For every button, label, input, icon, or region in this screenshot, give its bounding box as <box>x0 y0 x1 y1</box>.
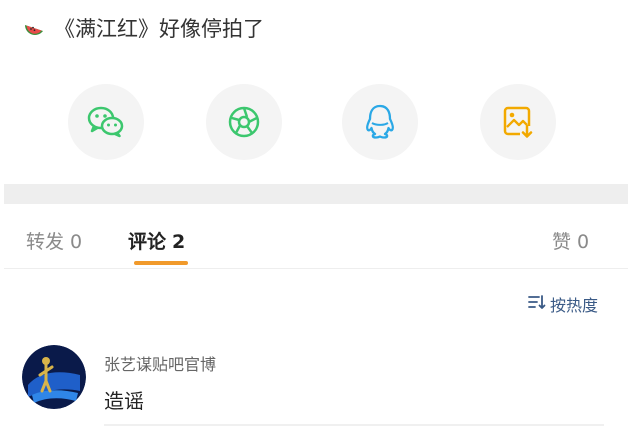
tabs-divider <box>4 268 628 269</box>
tab-repost[interactable]: 转发 0 <box>26 227 82 254</box>
tab-likes[interactable]: 赞0 <box>552 227 589 254</box>
share-wechat-button[interactable] <box>68 84 144 160</box>
comment-item: 张艺谋贴吧官博 造谣 <box>22 345 622 415</box>
watermelon-icon <box>22 16 46 40</box>
wechat-icon <box>86 104 126 140</box>
section-divider <box>4 184 628 204</box>
comment-separator <box>104 424 604 426</box>
comment-author[interactable]: 张艺谋贴吧官博 <box>104 351 216 375</box>
tab-repost-label: 转发 <box>26 231 65 253</box>
share-moments-button[interactable] <box>206 84 282 160</box>
post-title: 《满江红》好像停拍了 <box>54 17 264 41</box>
tab-repost-count: 0 <box>70 231 83 253</box>
wechat-moments-icon <box>226 104 262 140</box>
save-image-button[interactable] <box>480 84 556 160</box>
tab-comments[interactable]: 评论 2 <box>128 227 185 254</box>
comment-text: 造谣 <box>104 389 144 413</box>
sort-by-hot-button[interactable]: 按热度 <box>528 293 598 315</box>
avatar-icon <box>22 345 86 409</box>
post-title-row: 《满江红》好像停拍了 <box>22 12 264 44</box>
tab-comments-count: 2 <box>172 231 186 253</box>
share-row <box>0 84 640 160</box>
interaction-tabs: 转发 0 评论 2 赞0 <box>0 208 640 270</box>
save-image-icon <box>500 104 536 140</box>
share-qq-button[interactable] <box>342 84 418 160</box>
sort-label: 按热度 <box>549 296 598 315</box>
sort-icon <box>528 294 546 314</box>
tab-comments-label: 评论 <box>128 231 167 253</box>
tab-likes-count: 0 <box>577 231 590 253</box>
active-tab-indicator <box>134 261 188 265</box>
tab-likes-label: 赞 <box>552 231 572 253</box>
avatar[interactable] <box>22 345 86 409</box>
qq-icon <box>363 103 397 141</box>
